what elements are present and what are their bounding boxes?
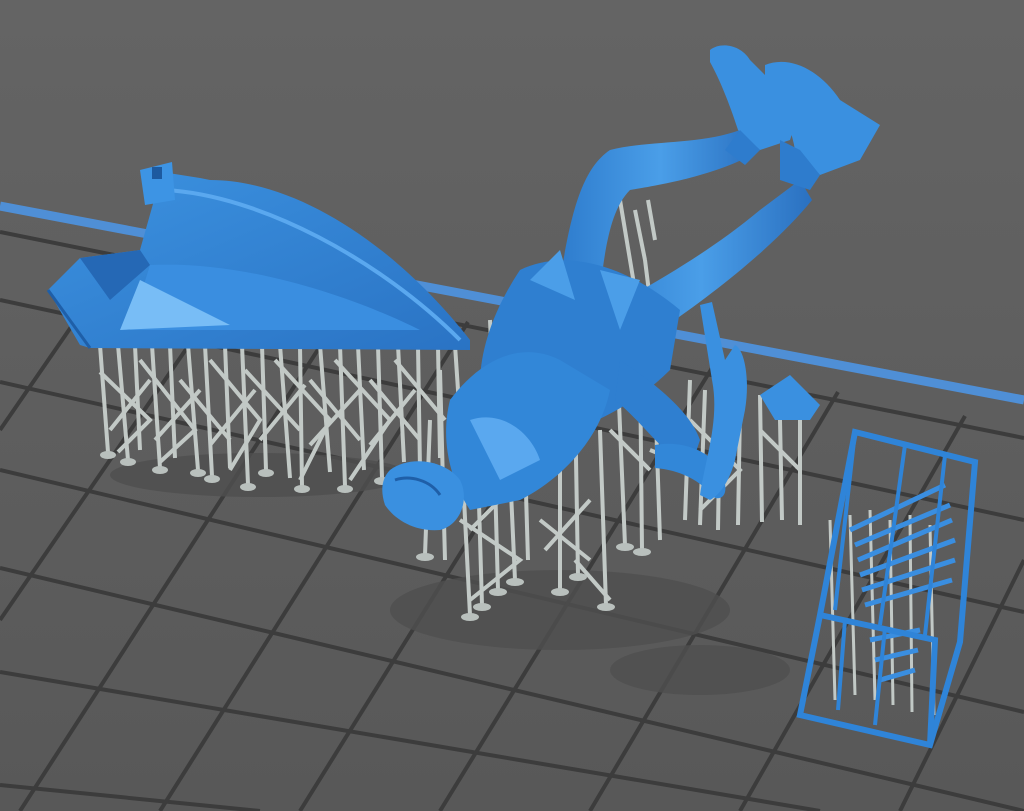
3d-viewport[interactable] xyxy=(0,0,1024,811)
scene-canvas[interactable] xyxy=(0,0,1024,811)
